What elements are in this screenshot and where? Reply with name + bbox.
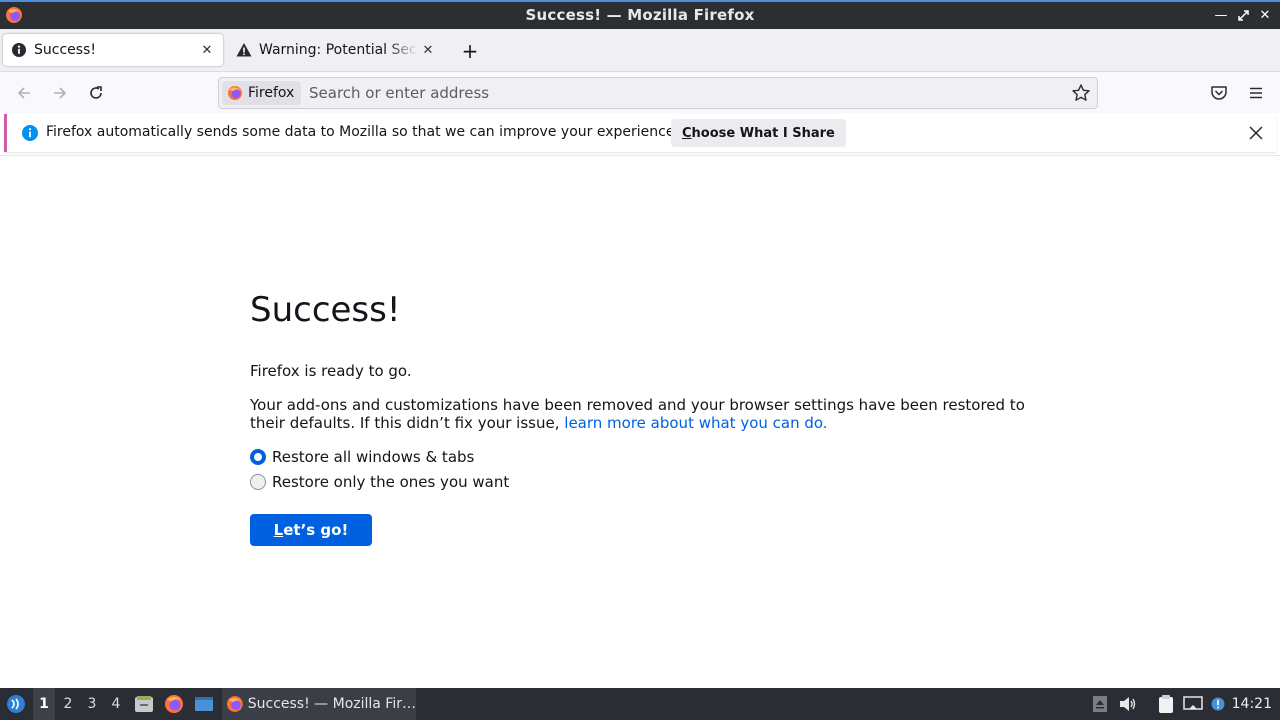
firefox-logo-icon bbox=[226, 696, 243, 712]
network-button[interactable] bbox=[1182, 688, 1204, 720]
back-arrow-icon bbox=[17, 87, 30, 99]
restore-all-option[interactable]: Restore all windows & tabs bbox=[250, 448, 474, 466]
volume-icon bbox=[1120, 697, 1136, 711]
task-label: Success! — Mozilla Fir… bbox=[247, 696, 416, 712]
firefox-logo-icon bbox=[165, 695, 183, 713]
warning-icon bbox=[236, 43, 252, 57]
radio-button[interactable] bbox=[250, 474, 266, 490]
app-menu-button[interactable] bbox=[1242, 80, 1270, 106]
restore-icon bbox=[1237, 9, 1249, 21]
workspace-3[interactable]: 3 bbox=[81, 688, 103, 720]
clock[interactable]: 14:21 bbox=[1232, 688, 1272, 720]
firefox-launcher[interactable] bbox=[162, 688, 186, 720]
radio-button-selected[interactable] bbox=[250, 449, 266, 465]
workspace-2[interactable]: 2 bbox=[57, 688, 79, 720]
pocket-icon bbox=[1211, 86, 1227, 100]
url-input[interactable] bbox=[309, 83, 1049, 103]
restore-some-label: Restore only the ones you want bbox=[272, 473, 510, 491]
alert-icon bbox=[1211, 697, 1225, 711]
file-manager-launcher[interactable] bbox=[132, 688, 156, 720]
network-icon bbox=[1183, 696, 1203, 710]
desktop-icon bbox=[195, 697, 213, 711]
minimize-window-button[interactable]: — bbox=[1212, 5, 1230, 25]
tab-label: Success! bbox=[34, 42, 96, 58]
window-titlebar: Success! — Mozilla Firefox — ✕ bbox=[0, 0, 1280, 29]
button-mnemonic: C bbox=[682, 125, 692, 141]
notification-message: Firefox automatically sends some data to… bbox=[46, 124, 679, 140]
taskbar: 1 2 3 4 Success! — Mozilla Fir… 14:21 bbox=[0, 688, 1280, 720]
tab-strip: Success! ✕ Warning: Potential Security R… bbox=[0, 29, 1280, 71]
notification-bar: Firefox automatically sends some data to… bbox=[4, 114, 1276, 152]
close-tab-button[interactable]: ✕ bbox=[418, 40, 438, 60]
ready-text: Firefox is ready to go. bbox=[250, 362, 412, 380]
start-menu-icon bbox=[7, 695, 25, 713]
clipboard-button[interactable] bbox=[1155, 688, 1177, 720]
forward-arrow-icon bbox=[54, 87, 67, 99]
tab-label: Warning: Potential Security Risk Ahead bbox=[259, 42, 418, 58]
close-notification-button[interactable] bbox=[1246, 123, 1266, 143]
back-button[interactable] bbox=[10, 80, 38, 106]
workspace-1[interactable]: 1 bbox=[33, 688, 55, 720]
maximize-window-button[interactable] bbox=[1234, 5, 1252, 25]
pocket-button[interactable] bbox=[1205, 80, 1233, 106]
new-tab-button[interactable]: + bbox=[458, 39, 482, 63]
divider bbox=[0, 155, 1280, 156]
close-icon bbox=[1249, 126, 1263, 140]
close-tab-button[interactable]: ✕ bbox=[197, 40, 217, 60]
reload-button[interactable] bbox=[82, 80, 110, 106]
learn-more-link[interactable]: learn more about what you can do. bbox=[564, 414, 827, 432]
info-icon bbox=[22, 125, 38, 141]
desktop-launcher[interactable] bbox=[192, 688, 216, 720]
lets-go-button[interactable]: Let’s go! bbox=[250, 514, 372, 546]
identity-box[interactable]: Firefox bbox=[222, 81, 302, 105]
description-text: Your add-ons and customizations have bee… bbox=[250, 396, 1050, 432]
address-bar[interactable]: Firefox bbox=[218, 77, 1098, 109]
taskbar-window-firefox[interactable]: Success! — Mozilla Fir… bbox=[222, 688, 416, 720]
page-title: Success! bbox=[250, 290, 401, 330]
forward-button[interactable] bbox=[46, 80, 74, 106]
close-window-button[interactable]: ✕ bbox=[1256, 5, 1274, 25]
tab-warning[interactable]: Warning: Potential Security Risk Ahead ✕ bbox=[228, 34, 444, 66]
restore-all-label: Restore all windows & tabs bbox=[272, 448, 475, 466]
notifications-button[interactable] bbox=[1208, 688, 1228, 720]
button-mnemonic: L bbox=[273, 521, 284, 539]
bookmark-star-icon[interactable] bbox=[1071, 83, 1091, 103]
firefox-logo-icon bbox=[228, 86, 242, 100]
info-icon bbox=[12, 43, 26, 57]
tray-updates[interactable] bbox=[1090, 688, 1110, 720]
volume-button[interactable] bbox=[1117, 688, 1139, 720]
navigation-toolbar: Firefox bbox=[0, 71, 1280, 113]
window-title: Success! — Mozilla Firefox bbox=[525, 6, 755, 24]
hamburger-menu-icon bbox=[1250, 87, 1262, 99]
eject-icon bbox=[1093, 696, 1107, 712]
button-label: et’s go! bbox=[283, 521, 349, 539]
page-content: Success! Firefox is ready to go. Your ad… bbox=[250, 290, 1050, 546]
clipboard-icon bbox=[1159, 695, 1173, 713]
restore-some-option[interactable]: Restore only the ones you want bbox=[250, 473, 509, 491]
tab-success[interactable]: Success! ✕ bbox=[3, 34, 223, 66]
identity-label: Firefox bbox=[248, 85, 295, 101]
button-label: hoose What I Share bbox=[691, 125, 835, 141]
workspace-4[interactable]: 4 bbox=[105, 688, 127, 720]
folder-icon bbox=[135, 696, 153, 712]
start-menu-button[interactable] bbox=[2, 688, 30, 720]
choose-what-i-share-button[interactable]: Choose What I Share bbox=[671, 119, 846, 147]
reload-icon bbox=[90, 86, 102, 99]
